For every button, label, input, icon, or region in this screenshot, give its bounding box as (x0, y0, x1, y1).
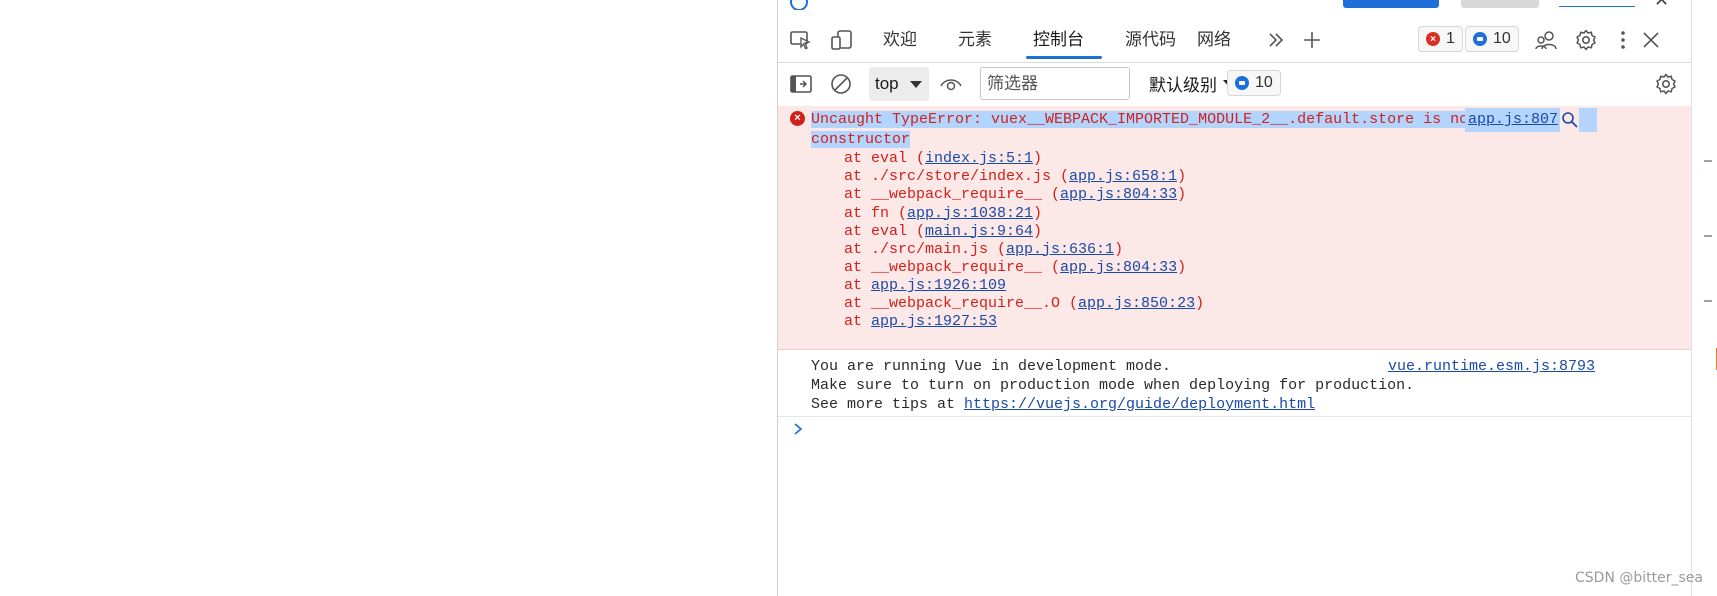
window-edge (1691, 0, 1717, 596)
log-line: See more tips at https://vuejs.org/guide… (811, 396, 1316, 413)
log-level-select[interactable]: 默认级别 (1149, 70, 1235, 96)
deployment-docs-link[interactable]: https://vuejs.org/guide/deployment.html (964, 396, 1315, 413)
infobar-link[interactable] (1559, 0, 1635, 7)
tab-network[interactable]: 网络 (1197, 26, 1231, 54)
stack-frame-link[interactable]: app.js:1926:109 (871, 277, 1006, 294)
edge-mark (1704, 300, 1712, 302)
devtools-tab-bar: 欢迎 元素 控制台 源代码 网络 × 1 10 (778, 18, 1692, 63)
chevron-down-icon (910, 81, 922, 88)
stack-frame: at ./src/main.js (app.js:636:1) (844, 240, 1124, 258)
infobar-primary-button[interactable] (1343, 0, 1439, 8)
devtools-panel: ✕ 欢迎 元素 控制台 源代码 网络 × 1 10 top 筛选器 默认级别 1… (777, 0, 1692, 596)
stack-frame-link[interactable]: app.js:658:1 (1069, 168, 1177, 185)
error-message-line1: Uncaught TypeError: vuex__WEBPACK_IMPORT… (811, 111, 1496, 128)
error-source-link[interactable]: app.js:807 (1468, 110, 1558, 130)
console-error-message[interactable]: × Uncaught TypeError: vuex__WEBPACK_IMPO… (778, 106, 1692, 350)
stack-frame: at app.js:1926:109 (844, 276, 1007, 294)
search-icon[interactable] (1561, 111, 1579, 129)
error-count: 1 (1446, 30, 1455, 47)
console-prompt-icon[interactable] (792, 422, 804, 436)
tab-sources[interactable]: 源代码 (1125, 26, 1176, 54)
stack-frame-link[interactable]: app.js:804:33 (1060, 259, 1177, 276)
issues-count-badge[interactable]: 10 (1227, 70, 1281, 96)
stack-frame-link[interactable]: main.js:9:64 (925, 223, 1033, 240)
edge-mark (1704, 235, 1712, 237)
message-icon (1235, 76, 1249, 90)
device-emulation-icon[interactable] (829, 28, 855, 52)
stack-frame: at __webpack_require__.O (app.js:850:23) (844, 295, 1205, 312)
log-level-value: 默认级别 (1149, 75, 1217, 96)
error-circle-icon: × (790, 111, 805, 126)
log-line: You are running Vue in development mode. (811, 358, 1172, 375)
clear-console-icon[interactable] (828, 72, 854, 96)
stack-frame: at __webpack_require__ (app.js:804:33) (844, 258, 1187, 276)
people-icon[interactable] (1533, 28, 1559, 52)
stack-frame-link[interactable]: index.js:5:1 (925, 150, 1033, 167)
tab-console[interactable]: 控制台 (1033, 26, 1084, 54)
inspect-element-icon[interactable] (788, 28, 814, 52)
stack-frame-link[interactable]: app.js:1927:53 (871, 313, 997, 330)
tab-elements[interactable]: 元素 (958, 26, 992, 54)
active-tab-indicator (1026, 56, 1102, 59)
stack-frame: at __webpack_require__ (app.js:804:33) (844, 186, 1187, 204)
eye-icon[interactable] (938, 72, 964, 96)
error-icon: × (1426, 32, 1440, 46)
selection-highlight (1579, 108, 1597, 132)
edge-mark (1704, 160, 1712, 162)
info-icon (790, 0, 808, 10)
context-select[interactable]: top (869, 67, 929, 101)
tab-welcome[interactable]: 欢迎 (883, 26, 917, 54)
message-count: 10 (1493, 30, 1511, 47)
log-line: Make sure to turn on production mode whe… (811, 377, 1415, 394)
console-output: × Uncaught TypeError: vuex__WEBPACK_IMPO… (778, 106, 1692, 596)
issues-count: 10 (1255, 74, 1273, 91)
plus-icon[interactable] (1299, 28, 1325, 52)
infobar-secondary-button[interactable] (1461, 0, 1539, 8)
stack-frame-link[interactable]: app.js:804:33 (1060, 186, 1177, 203)
stack-frame: at fn (app.js:1038:21) (844, 204, 1043, 222)
context-value: top (875, 74, 899, 93)
stack-frame: at ./src/store/index.js (app.js:658:1) (844, 168, 1187, 186)
message-icon (1473, 32, 1487, 46)
stack-frame: at eval (index.js:5:1) (844, 150, 1043, 168)
devtools-infobar: ✕ (778, 0, 1692, 10)
stack-frame: at eval (main.js:9:64) (844, 222, 1043, 240)
error-count-badge[interactable]: × 1 (1418, 26, 1463, 52)
kebab-menu-icon[interactable] (1610, 28, 1636, 52)
watermark: CSDN @bitter_sea (1575, 570, 1703, 586)
page-viewport (0, 0, 776, 596)
message-count-badge[interactable]: 10 (1465, 26, 1519, 52)
console-settings-gear-icon[interactable] (1653, 72, 1679, 96)
error-message-line2: constructor (811, 130, 911, 148)
log-source-link[interactable]: vue.runtime.esm.js:8793 (1388, 357, 1595, 377)
stack-frame: at app.js:1927:53 (844, 313, 998, 331)
chevron-double-right-icon[interactable] (1263, 28, 1289, 52)
filter-input[interactable] (980, 67, 1130, 100)
stack-frame-link[interactable]: app.js:636:1 (1006, 241, 1114, 258)
sidebar-toggle-icon[interactable] (788, 72, 814, 96)
infobar-close-icon[interactable]: ✕ (1654, 0, 1669, 10)
gear-icon[interactable] (1573, 28, 1599, 52)
stack-frame-link[interactable]: app.js:850:23 (1078, 295, 1195, 312)
console-log-message[interactable]: You are running Vue in development mode.… (778, 349, 1692, 417)
console-toolbar: top 默认级别 10 (778, 62, 1692, 107)
close-icon[interactable] (1638, 28, 1664, 52)
stack-frame-link[interactable]: app.js:1038:21 (907, 205, 1033, 222)
